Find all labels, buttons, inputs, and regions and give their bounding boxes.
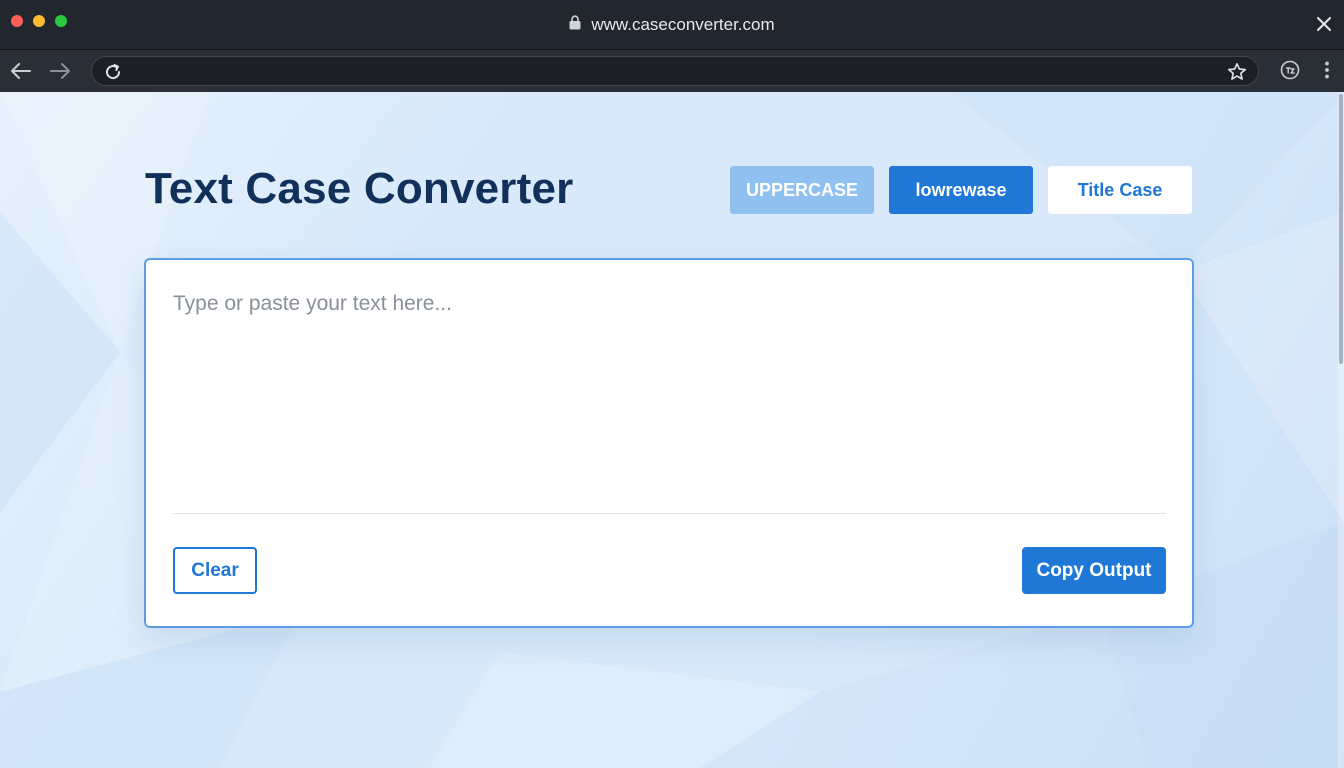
arrow-left-icon[interactable] [8,58,34,84]
lock-icon [569,15,581,35]
page-title: Text Case Converter [145,164,574,213]
more-vertical-icon[interactable] [1318,59,1336,81]
titlecase-button[interactable]: Title Case [1048,166,1192,214]
browser-titlebar: www.caseconverter.com [0,0,1344,50]
uppercase-button[interactable]: UPPERCASE [730,166,874,214]
reload-icon[interactable] [102,61,124,83]
url-display: www.caseconverter.com [0,15,1344,35]
arrow-right-icon[interactable] [47,58,73,84]
editor-card: Clear Copy Output [144,258,1194,628]
page-viewport: Text Case Converter UPPERCASE lowrewase … [0,92,1344,768]
close-icon[interactable] [1312,12,1336,36]
clear-button[interactable]: Clear [173,547,257,594]
copy-output-button[interactable]: Copy Output [1022,547,1166,594]
url-text: www.caseconverter.com [591,15,775,34]
extension-icon[interactable] [1279,59,1301,81]
text-input[interactable] [173,292,1167,502]
scrollbar-thumb[interactable] [1339,94,1343,364]
browser-toolbar [0,50,1344,92]
star-icon[interactable] [1226,61,1248,83]
card-divider [173,513,1166,514]
address-bar[interactable] [91,56,1259,86]
page-scrollbar[interactable] [1338,92,1344,768]
lowercase-button[interactable]: lowrewase [889,166,1033,214]
